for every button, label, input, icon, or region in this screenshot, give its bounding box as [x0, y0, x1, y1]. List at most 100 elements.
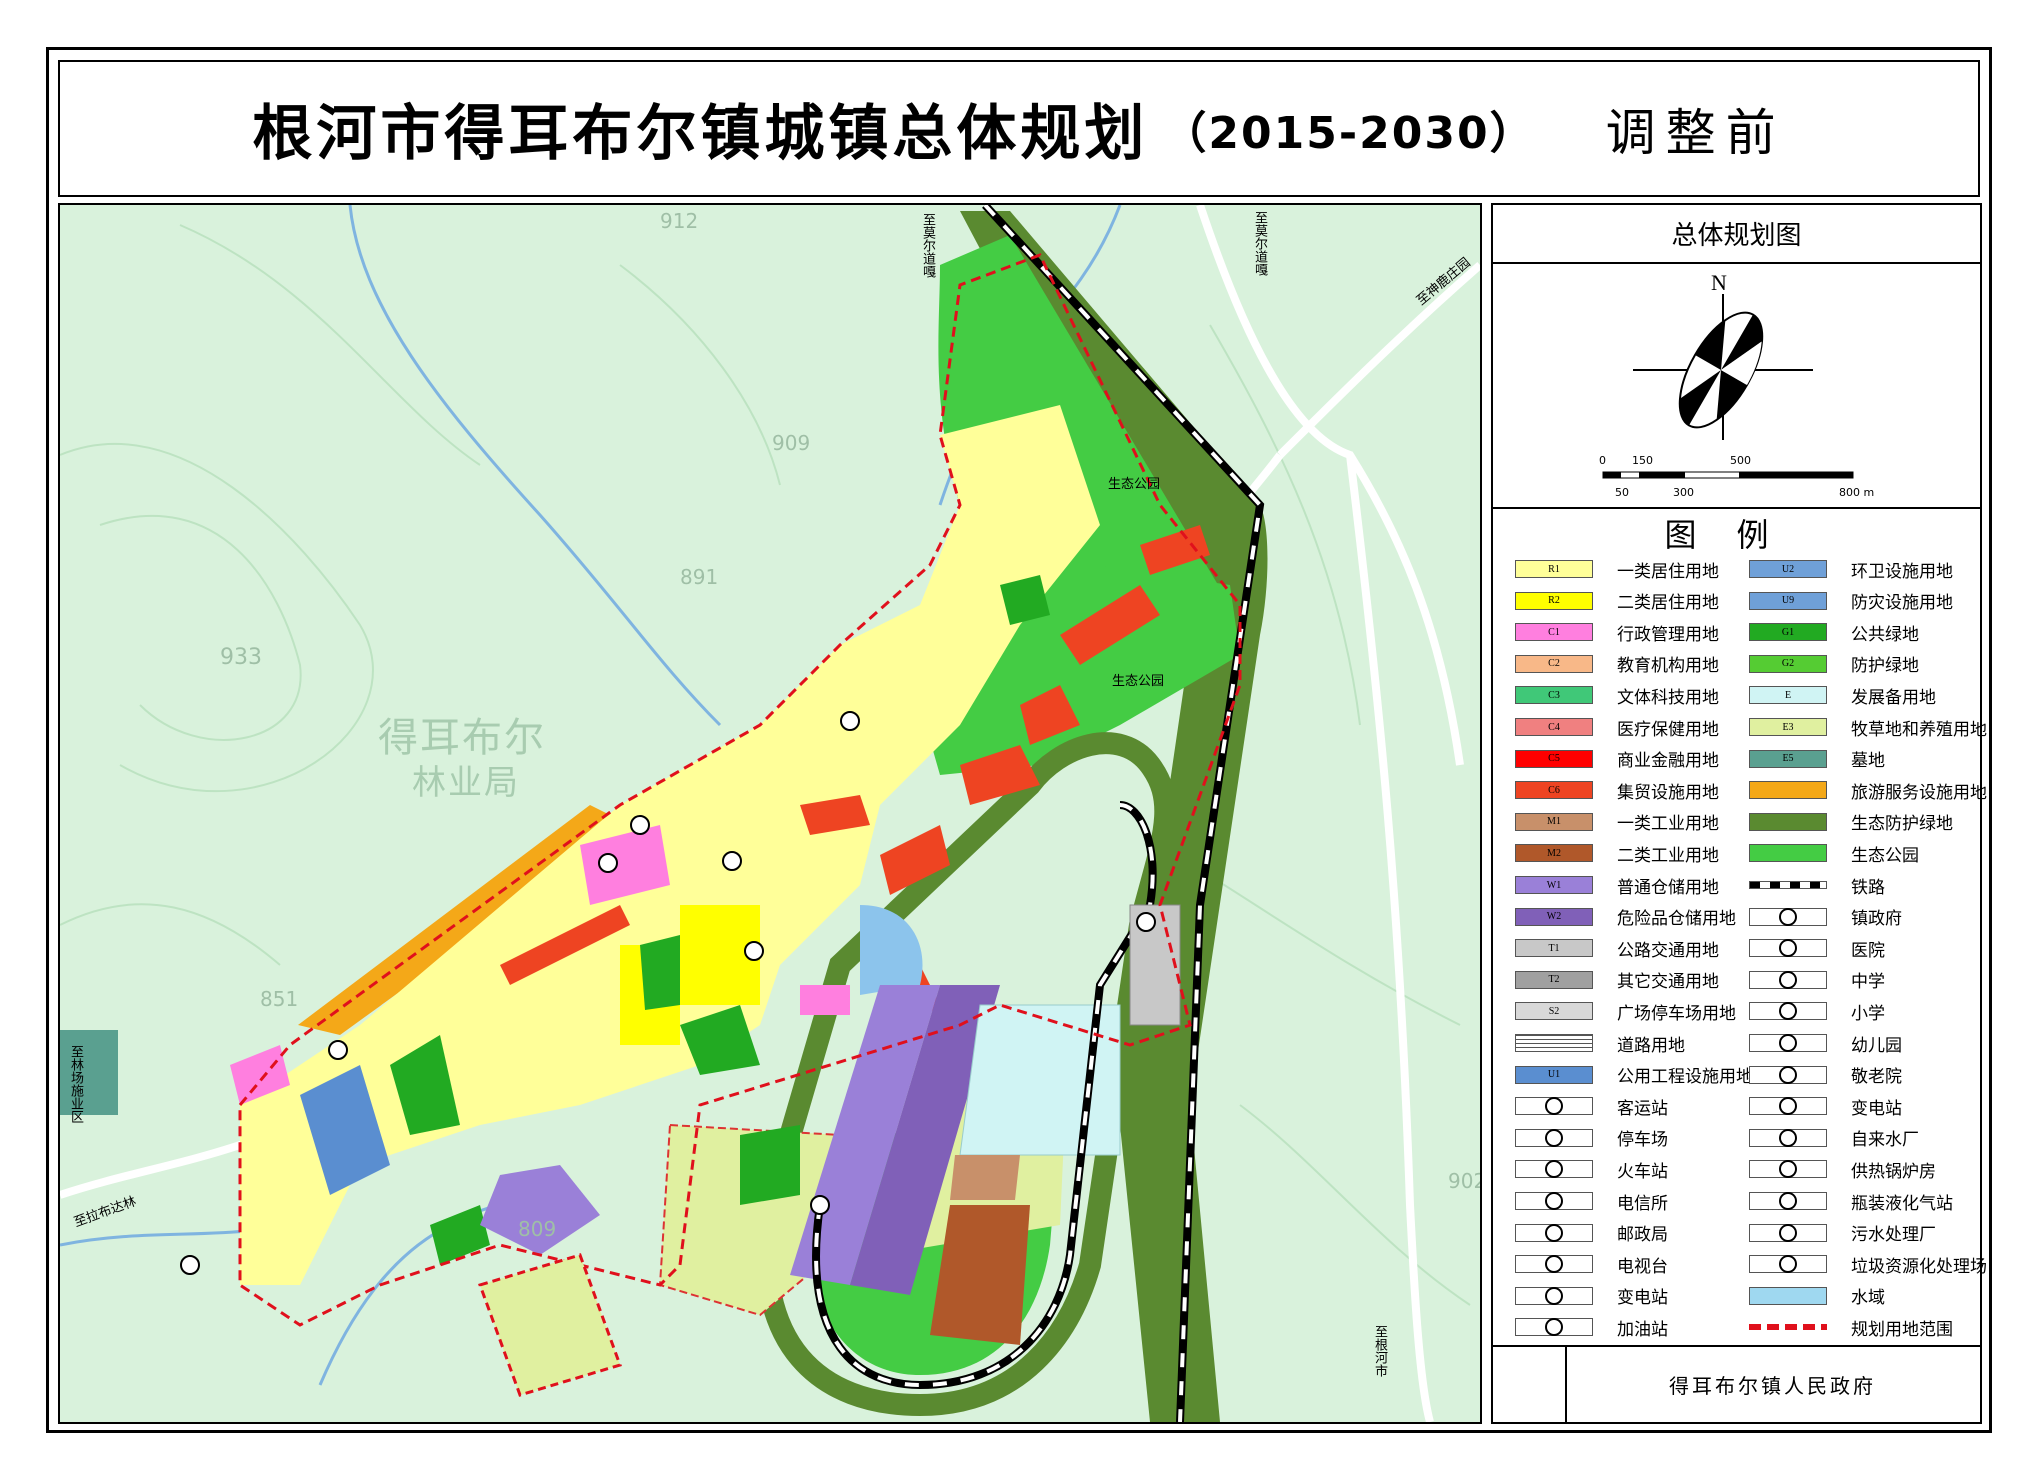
legend-item: 自来水厂 — [1749, 1126, 1919, 1150]
legend-item: G2 防护绿地 — [1749, 652, 1919, 676]
legend-label: 商业金融用地 — [1617, 751, 1719, 772]
legend-item: 垃圾资源化处理场 — [1749, 1252, 1987, 1277]
legend-item: R2 二类居住用地 — [1515, 589, 1719, 613]
legend-swatch: C2 — [1515, 654, 1593, 673]
legend-label: 防护绿地 — [1851, 656, 1919, 677]
legend-code: U2 — [1781, 563, 1795, 575]
elevation-909: 909 — [772, 431, 811, 455]
legend-item: S2 广场停车场用地 — [1515, 999, 1736, 1024]
elevation-809: 809 — [518, 1217, 557, 1241]
legend-swatch — [1749, 939, 1827, 958]
legend-symbol-icon — [1779, 970, 1797, 989]
road-label-genhe: 至根河市 — [1372, 1325, 1387, 1377]
legend-label: 加油站 — [1617, 1319, 1668, 1340]
legend-item: 旅游服务设施用地 — [1749, 778, 1987, 803]
legend-symbol-icon — [1779, 907, 1797, 926]
legend-label: 邮政局 — [1617, 1225, 1668, 1246]
legend-item: C5 商业金融用地 — [1515, 747, 1719, 771]
legend-swatch: U2 — [1749, 560, 1827, 578]
elevation-912: 912 — [660, 209, 699, 233]
legend-symbol-icon — [1545, 1128, 1563, 1147]
legend-label: 瓶装液化气站 — [1851, 1193, 1953, 1214]
legend-code: T1 — [1548, 942, 1560, 954]
legend-swatch: E5 — [1749, 749, 1827, 768]
legend-label: 火车站 — [1617, 1161, 1668, 1182]
legend-swatch — [1515, 1160, 1593, 1179]
legend-label: 教育机构用地 — [1617, 656, 1719, 677]
legend-swatch — [1749, 1286, 1827, 1305]
legend-code: C1 — [1548, 626, 1560, 638]
legend-label: 普通仓储用地 — [1617, 877, 1719, 898]
legend-swatch: E3 — [1749, 718, 1827, 736]
legend-swatch — [1515, 1286, 1593, 1305]
legend-swatch — [1749, 907, 1827, 926]
legend-label: 医院 — [1851, 940, 1885, 961]
legend-symbol-icon — [1779, 939, 1797, 958]
legend-swatch: W2 — [1515, 907, 1593, 926]
legend-label: 污水处理厂 — [1851, 1225, 1936, 1246]
legend-item: 瓶装液化气站 — [1749, 1189, 1953, 1214]
legend-swatch — [1515, 1128, 1593, 1147]
legend-label: 公共绿地 — [1851, 624, 1919, 645]
legend-label: 牧草地和养殖用地 — [1851, 719, 1987, 740]
legend-item: 幼儿园 — [1749, 1031, 1902, 1056]
legend-item: 变电站 — [1515, 1284, 1668, 1308]
elevation-891: 891 — [680, 565, 719, 589]
legend-swatch — [1749, 970, 1827, 989]
legend-swatch: C6 — [1515, 781, 1593, 800]
legend-code: C2 — [1548, 658, 1560, 670]
elevation-933: 933 — [220, 645, 262, 670]
legend-swatch: U1 — [1515, 1065, 1593, 1084]
title-status: 调整前 — [1605, 103, 1786, 162]
legend-swatch — [1749, 1065, 1827, 1084]
legend-item: 水域 — [1749, 1284, 1885, 1308]
legend-code: R2 — [1548, 595, 1560, 607]
map-canvas[interactable]: 至莫尔道嘎 至莫尔道嘎 至神鹿庄园 至林场施业区 至拉布达林 至根河市 得耳布尔… — [58, 203, 1482, 1424]
legend-label: 行政管理用地 — [1617, 624, 1719, 645]
compass-and-scale: N 0 150 500 50 300 800 m — [1493, 264, 1980, 509]
legend-swatch — [1749, 1034, 1827, 1052]
panel-heading: 总体规划图 — [1493, 205, 1980, 264]
legend-item: W1 普通仓储用地 — [1515, 873, 1719, 898]
legend-item: U2 环卫设施用地 — [1749, 557, 1953, 582]
scale-300: 300 — [1673, 486, 1694, 499]
legend-swatch: M1 — [1515, 812, 1593, 831]
legend-symbol-icon — [1779, 1160, 1797, 1179]
issuing-authority: 得耳布尔镇人民政府 — [1669, 1374, 1876, 1398]
legend-item: C6 集贸设施用地 — [1515, 778, 1719, 803]
legend-item: 加油站 — [1515, 1315, 1668, 1340]
legend-code: R1 — [1548, 563, 1560, 575]
legend-swatch — [1749, 1002, 1827, 1021]
legend-item: T1 公路交通用地 — [1515, 936, 1719, 961]
eco-park-label-central: 生态公园 — [1112, 674, 1165, 689]
legend-item: G1 公共绿地 — [1749, 620, 1919, 645]
title-block: 根河市得耳布尔镇城镇总体规划 （2015-2030） 调整前 — [58, 60, 1980, 197]
place-label-forestry-2: 林业局 — [412, 763, 520, 803]
scale-150: 150 — [1632, 454, 1653, 467]
admin-parcel-b — [800, 985, 850, 1015]
scale-0: 0 — [1599, 454, 1606, 467]
legend-code: C4 — [1548, 721, 1560, 733]
legend-symbol-icon — [1779, 1255, 1797, 1274]
legend-swatch: R1 — [1515, 560, 1593, 578]
title-main: 根河市得耳布尔镇城镇总体规划 — [252, 99, 1149, 169]
north-arrow-icon — [1602, 294, 1854, 479]
legend-item: M2 二类工业用地 — [1515, 841, 1719, 866]
legend-swatch: G1 — [1749, 623, 1827, 642]
legend-item: T2 其它交通用地 — [1515, 968, 1719, 992]
legend-swatch — [1515, 1034, 1593, 1052]
legend-symbol-icon — [1779, 1192, 1797, 1210]
legend-swatch — [1749, 844, 1827, 863]
legend-label: 水域 — [1851, 1288, 1885, 1309]
legend-swatch — [1515, 1192, 1593, 1210]
legend-label: 变电站 — [1617, 1288, 1668, 1309]
legend-label: 一类居住用地 — [1617, 561, 1719, 582]
legend-symbol-icon — [1545, 1318, 1563, 1337]
legend-label: 二类工业用地 — [1617, 845, 1719, 866]
legend-symbol-icon — [1779, 1065, 1797, 1084]
legend-code: U9 — [1781, 595, 1795, 607]
legend-swatch: E — [1749, 686, 1827, 705]
legend-swatch: C3 — [1515, 686, 1593, 705]
legend-swatch — [1749, 1128, 1827, 1147]
legend-label: 发展备用地 — [1851, 687, 1936, 708]
